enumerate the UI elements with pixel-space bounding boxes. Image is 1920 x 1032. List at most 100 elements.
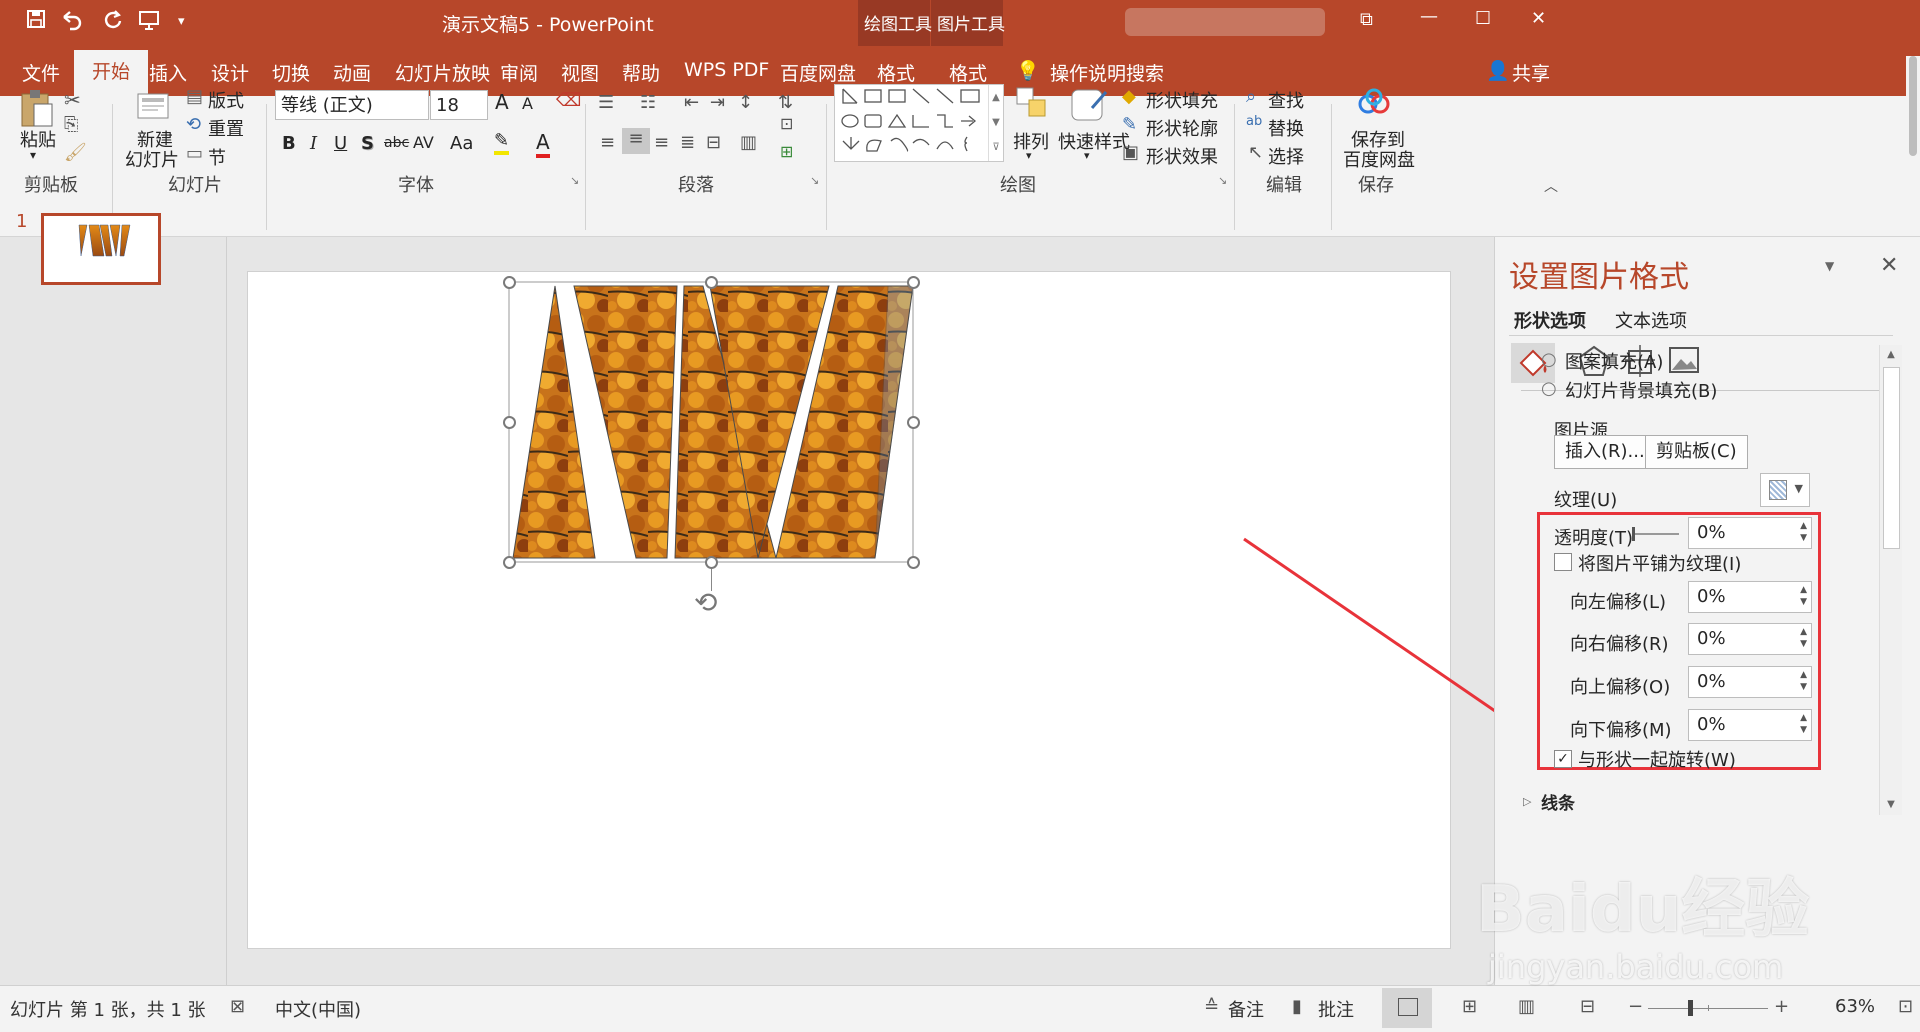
present-icon[interactable]: [138, 9, 160, 37]
share-button[interactable]: 共享: [1512, 59, 1550, 86]
bold-button[interactable]: B: [282, 133, 296, 154]
tab-review[interactable]: 审阅: [500, 59, 538, 86]
tile-checkbox[interactable]: [1554, 553, 1572, 571]
shrink-font-button[interactable]: A: [522, 94, 533, 113]
spell-check-icon[interactable]: ⊠: [230, 996, 245, 1017]
font-size-combo[interactable]: 18: [430, 90, 488, 120]
tab-insert[interactable]: 插入: [149, 59, 187, 86]
offset-bottom-input[interactable]: 0% ▲ ▼: [1688, 709, 1812, 741]
close-button[interactable]: ✕: [1531, 8, 1546, 29]
tab-view[interactable]: 视图: [561, 59, 599, 86]
resize-handle[interactable]: [907, 556, 920, 569]
offset-left-input[interactable]: 0% ▲ ▼: [1688, 581, 1812, 613]
text-direction-icon[interactable]: ⇅: [778, 92, 793, 113]
resize-handle[interactable]: [705, 276, 718, 289]
tab-format-drawing[interactable]: 格式: [877, 59, 915, 86]
section-button[interactable]: 节: [208, 144, 226, 170]
quick-styles-icon[interactable]: [1070, 86, 1110, 129]
numbering-icon[interactable]: ☷: [640, 92, 656, 113]
line-expand-icon[interactable]: ▷: [1523, 795, 1531, 808]
select-button[interactable]: 选择: [1268, 143, 1304, 169]
rotate-with-shape-label[interactable]: 与形状一起旋转(W): [1578, 746, 1736, 772]
copy-icon[interactable]: ⎘: [64, 114, 78, 135]
shape-effects-button[interactable]: 形状效果: [1146, 143, 1218, 169]
slide-thumbnail[interactable]: [41, 213, 161, 285]
slide-sorter-icon[interactable]: ⊞: [1462, 996, 1477, 1017]
maximize-button[interactable]: ☐: [1475, 8, 1491, 29]
tab-wps-pdf[interactable]: WPS PDF: [684, 59, 769, 81]
resize-handle[interactable]: [503, 416, 516, 429]
cut-icon[interactable]: ✂: [64, 88, 81, 112]
align-text-icon[interactable]: ⊡: [780, 114, 793, 133]
quick-styles-button[interactable]: 快速样式: [1058, 128, 1130, 154]
tab-slideshow[interactable]: 幻灯片放映: [395, 59, 490, 86]
tab-format-picture[interactable]: 格式: [949, 59, 987, 86]
font-name-combo[interactable]: 等线 (正文): [275, 90, 429, 120]
tab-animations[interactable]: 动画: [333, 59, 371, 86]
quick-styles-dropdown-icon[interactable]: ▾: [1084, 149, 1090, 162]
new-slide-button-line2[interactable]: 幻灯片: [125, 146, 179, 172]
increase-indent-icon[interactable]: ⇥: [710, 92, 725, 113]
zoom-slider[interactable]: [1648, 1000, 1768, 1016]
arrange-icon[interactable]: [1015, 86, 1049, 127]
arrange-dropdown-icon[interactable]: ▾: [1026, 149, 1032, 162]
clear-format-icon[interactable]: ⌫: [556, 90, 581, 111]
offset-right-input[interactable]: 0% ▲ ▼: [1688, 623, 1812, 655]
transparency-input[interactable]: 0% ▲ ▼: [1688, 517, 1812, 549]
shadow-button[interactable]: S: [361, 133, 374, 154]
rotate-handle-icon[interactable]: ⟲: [694, 586, 717, 619]
char-spacing-button[interactable]: AV: [413, 133, 434, 152]
slide-background-fill-option[interactable]: 幻灯片背景填充(B): [1565, 377, 1717, 403]
underline-button[interactable]: U: [334, 133, 347, 154]
tab-help[interactable]: 帮助: [622, 59, 660, 86]
find-button[interactable]: 查找: [1268, 87, 1304, 113]
comments-button[interactable]: 批注: [1318, 996, 1354, 1022]
align-center-icon[interactable]: ≡: [622, 128, 650, 154]
tile-checkbox-label[interactable]: 将图片平铺为纹理(I): [1578, 550, 1741, 576]
tab-text-options[interactable]: 文本选项: [1615, 307, 1687, 333]
drawing-dialog-launcher-icon[interactable]: ↘: [1218, 174, 1227, 187]
bullets-icon[interactable]: ☰: [598, 92, 614, 113]
justify-icon[interactable]: ≣: [680, 132, 695, 153]
align-right-icon[interactable]: ≡: [654, 132, 669, 153]
rotate-with-shape-checkbox[interactable]: ✓: [1554, 750, 1572, 768]
radio-slide-bg-icon[interactable]: ○: [1541, 378, 1557, 399]
save-icon[interactable]: [26, 9, 46, 35]
tab-baidu-netdisk[interactable]: 百度网盘: [780, 59, 856, 86]
customize-qat-icon[interactable]: ▾: [178, 14, 185, 29]
ribbon-display-button[interactable]: ⧉: [1360, 9, 1373, 30]
window-scrollbar[interactable]: [1906, 56, 1920, 156]
font-color-icon[interactable]: A: [536, 130, 550, 158]
smartart-icon[interactable]: ⊞: [780, 142, 793, 161]
line-spacing-icon[interactable]: ↕: [738, 92, 753, 113]
paste-button[interactable]: 粘贴: [20, 126, 56, 152]
format-painter-icon[interactable]: 🖌: [64, 142, 87, 163]
decrease-indent-icon[interactable]: ⇤: [684, 92, 699, 113]
normal-view-button[interactable]: [1382, 988, 1432, 1028]
insert-picture-button[interactable]: 插入(R)...: [1554, 435, 1656, 469]
slideshow-view-icon[interactable]: ⊟: [1580, 996, 1595, 1017]
redo-icon[interactable]: [103, 9, 123, 37]
resize-handle[interactable]: [705, 556, 718, 569]
pane-options-dropdown-icon[interactable]: ▼: [1825, 259, 1834, 273]
resize-handle[interactable]: [907, 416, 920, 429]
shapes-gallery[interactable]: ▲ ▼ ⊽: [834, 84, 1004, 162]
shape-fill-button[interactable]: 形状填充: [1146, 87, 1218, 113]
tab-shape-options[interactable]: 形状选项: [1514, 307, 1586, 333]
align-left-icon[interactable]: ≡: [600, 132, 615, 153]
strikethrough-button[interactable]: abc: [384, 135, 409, 151]
texture-picker[interactable]: ▼: [1760, 473, 1810, 507]
highlight-icon[interactable]: ✎: [494, 130, 510, 155]
pattern-fill-option[interactable]: 图案填充(A): [1565, 348, 1663, 374]
pane-scrollbar[interactable]: ▲ ▼: [1879, 345, 1902, 815]
change-case-button[interactable]: Aa: [450, 133, 473, 154]
transparency-slider[interactable]: [1632, 527, 1679, 541]
notes-button[interactable]: 备注: [1228, 996, 1264, 1022]
line-section-header[interactable]: 线条: [1541, 789, 1575, 814]
layout-button[interactable]: 版式: [208, 87, 244, 113]
grow-font-button[interactable]: A: [495, 90, 509, 114]
zoom-out-icon[interactable]: −: [1628, 996, 1643, 1017]
resize-handle[interactable]: [503, 556, 516, 569]
language-status[interactable]: 中文(中国): [275, 996, 361, 1022]
zoom-in-icon[interactable]: +: [1774, 996, 1789, 1017]
